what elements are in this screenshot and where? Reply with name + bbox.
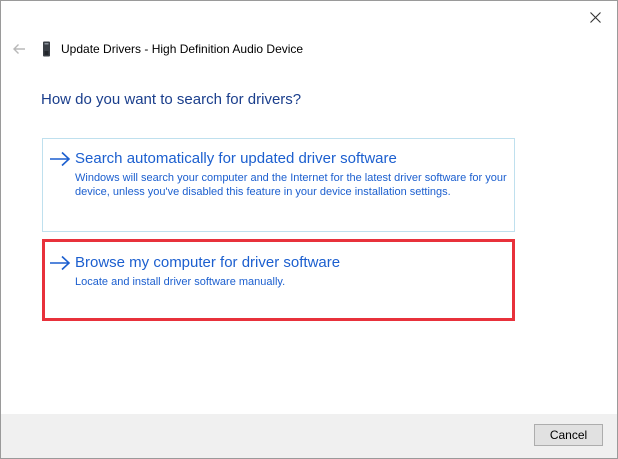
page-heading: How do you want to search for drivers? bbox=[41, 91, 302, 108]
back-button[interactable] bbox=[9, 39, 29, 59]
arrow-right-icon bbox=[50, 255, 71, 271]
dialog-header: Update Drivers - High Definition Audio D… bbox=[9, 39, 303, 59]
dialog-footer: Cancel bbox=[1, 414, 617, 458]
option-title: Browse my computer for driver software bbox=[75, 254, 341, 271]
update-drivers-dialog: Update Drivers - High Definition Audio D… bbox=[0, 0, 618, 459]
device-icon bbox=[37, 39, 55, 59]
close-icon bbox=[589, 11, 601, 23]
arrow-right-icon bbox=[50, 151, 71, 167]
search-automatically-option[interactable]: Search automatically for updated driver … bbox=[42, 138, 515, 232]
cancel-button[interactable]: Cancel bbox=[534, 424, 603, 446]
option-title: Search automatically for updated driver … bbox=[75, 150, 397, 167]
dialog-title: Update Drivers - High Definition Audio D… bbox=[61, 42, 304, 56]
back-arrow-icon bbox=[13, 44, 25, 54]
option-description: Locate and install driver software manua… bbox=[75, 276, 286, 288]
option-description: Windows will search your computer and th… bbox=[75, 172, 507, 198]
browse-computer-option[interactable]: Browse my computer for driver software L… bbox=[42, 239, 515, 321]
close-button[interactable] bbox=[577, 3, 613, 31]
